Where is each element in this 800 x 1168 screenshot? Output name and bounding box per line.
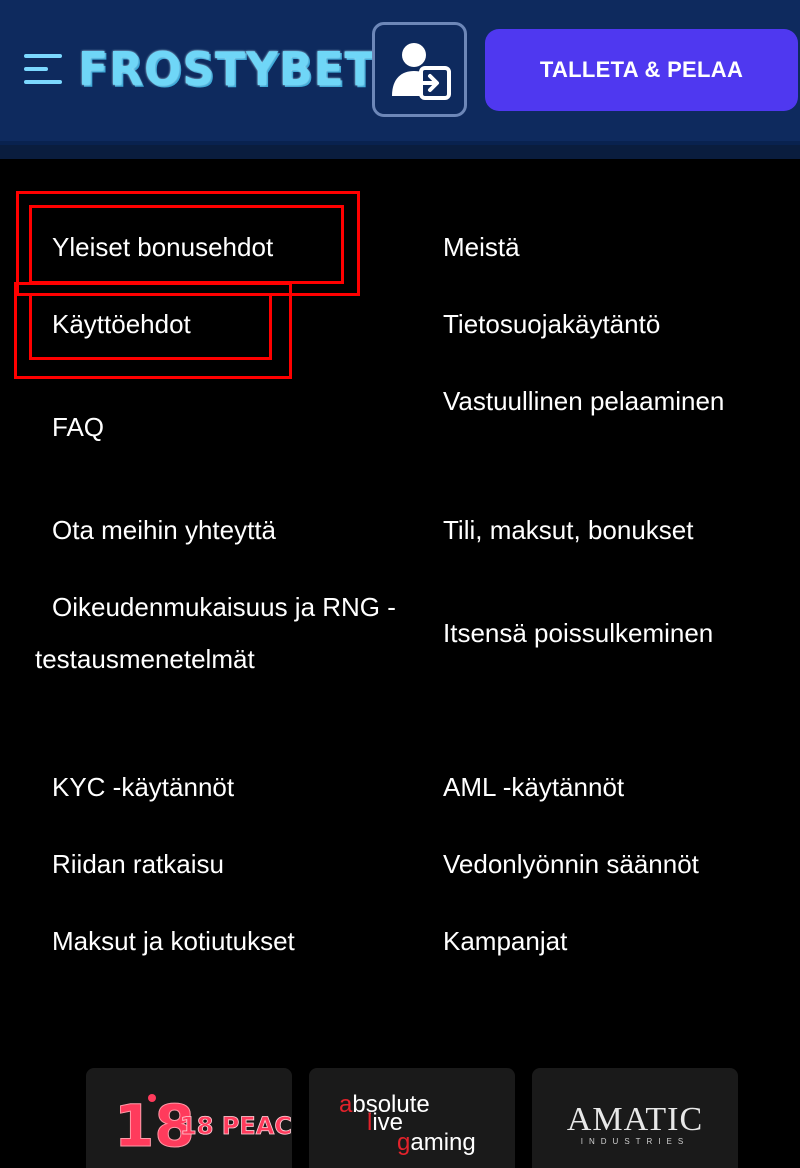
link-self-exclusion[interactable]: Itsensä poissulkeminen xyxy=(425,607,795,659)
frostybet-logo[interactable]: FROSTYBET xyxy=(78,38,376,102)
link-account-payments-bonuses[interactable]: Tili, maksut, bonukset xyxy=(425,504,795,556)
link-general-bonus-terms[interactable]: Yleiset bonusehdot xyxy=(35,221,405,273)
provider-absolute-live-gaming[interactable]: absolute live gaming a l g xyxy=(309,1068,515,1168)
link-privacy-policy[interactable]: Tietosuojakäytäntö xyxy=(425,298,795,350)
svg-text:AMATIC: AMATIC xyxy=(567,1101,703,1138)
header-divider xyxy=(0,145,800,159)
deposit-and-play-button[interactable]: TALLETA & PELAA xyxy=(485,29,798,111)
link-responsible-gaming[interactable]: Vastuullinen pelaaminen xyxy=(425,375,795,427)
hamburger-menu-icon[interactable] xyxy=(24,50,64,88)
absolute-live-gaming-logo: absolute live gaming a l g xyxy=(339,1091,476,1156)
amatic-industries-logo: AMATIC INDUSTRIES xyxy=(567,1101,703,1146)
link-faq[interactable]: FAQ xyxy=(35,401,405,453)
site-header: FROSTYBET TALLETA & PELAA xyxy=(0,0,800,145)
svg-text:INDUSTRIES: INDUSTRIES xyxy=(581,1137,689,1146)
svg-text:18 PEACHES: 18 PEACHES xyxy=(180,1112,292,1140)
link-dispute-resolution[interactable]: Riidan ratkaisu xyxy=(35,838,405,890)
link-about-us[interactable]: Meistä xyxy=(425,221,795,273)
link-kyc-policy[interactable]: KYC -käytännöt xyxy=(35,761,405,813)
svg-text:a: a xyxy=(339,1091,353,1118)
svg-text:l: l xyxy=(367,1109,372,1136)
link-payments-withdrawals[interactable]: Maksut ja kotiutukset xyxy=(35,915,405,967)
link-betting-rules[interactable]: Vedonlyönnin säännöt xyxy=(425,838,795,890)
link-promotions[interactable]: Kampanjat xyxy=(425,915,795,967)
link-aml-policy[interactable]: AML -käytännöt xyxy=(425,761,795,813)
provider-18-peaches[interactable]: 18 18 PEACHES xyxy=(86,1068,292,1168)
svg-text:g: g xyxy=(397,1129,410,1156)
link-terms-of-use[interactable]: Käyttöehdot xyxy=(35,298,405,350)
provider-amatic-industries[interactable]: AMATIC INDUSTRIES xyxy=(532,1068,738,1168)
link-fairness-rng[interactable]: Oikeudenmukaisuus ja RNG -testausmenetel… xyxy=(35,581,405,685)
user-login-icon xyxy=(391,42,451,100)
login-button[interactable] xyxy=(372,22,467,117)
18-peaches-logo: 18 18 PEACHES xyxy=(114,1092,293,1161)
link-contact-us[interactable]: Ota meihin yhteyttä xyxy=(35,504,405,556)
